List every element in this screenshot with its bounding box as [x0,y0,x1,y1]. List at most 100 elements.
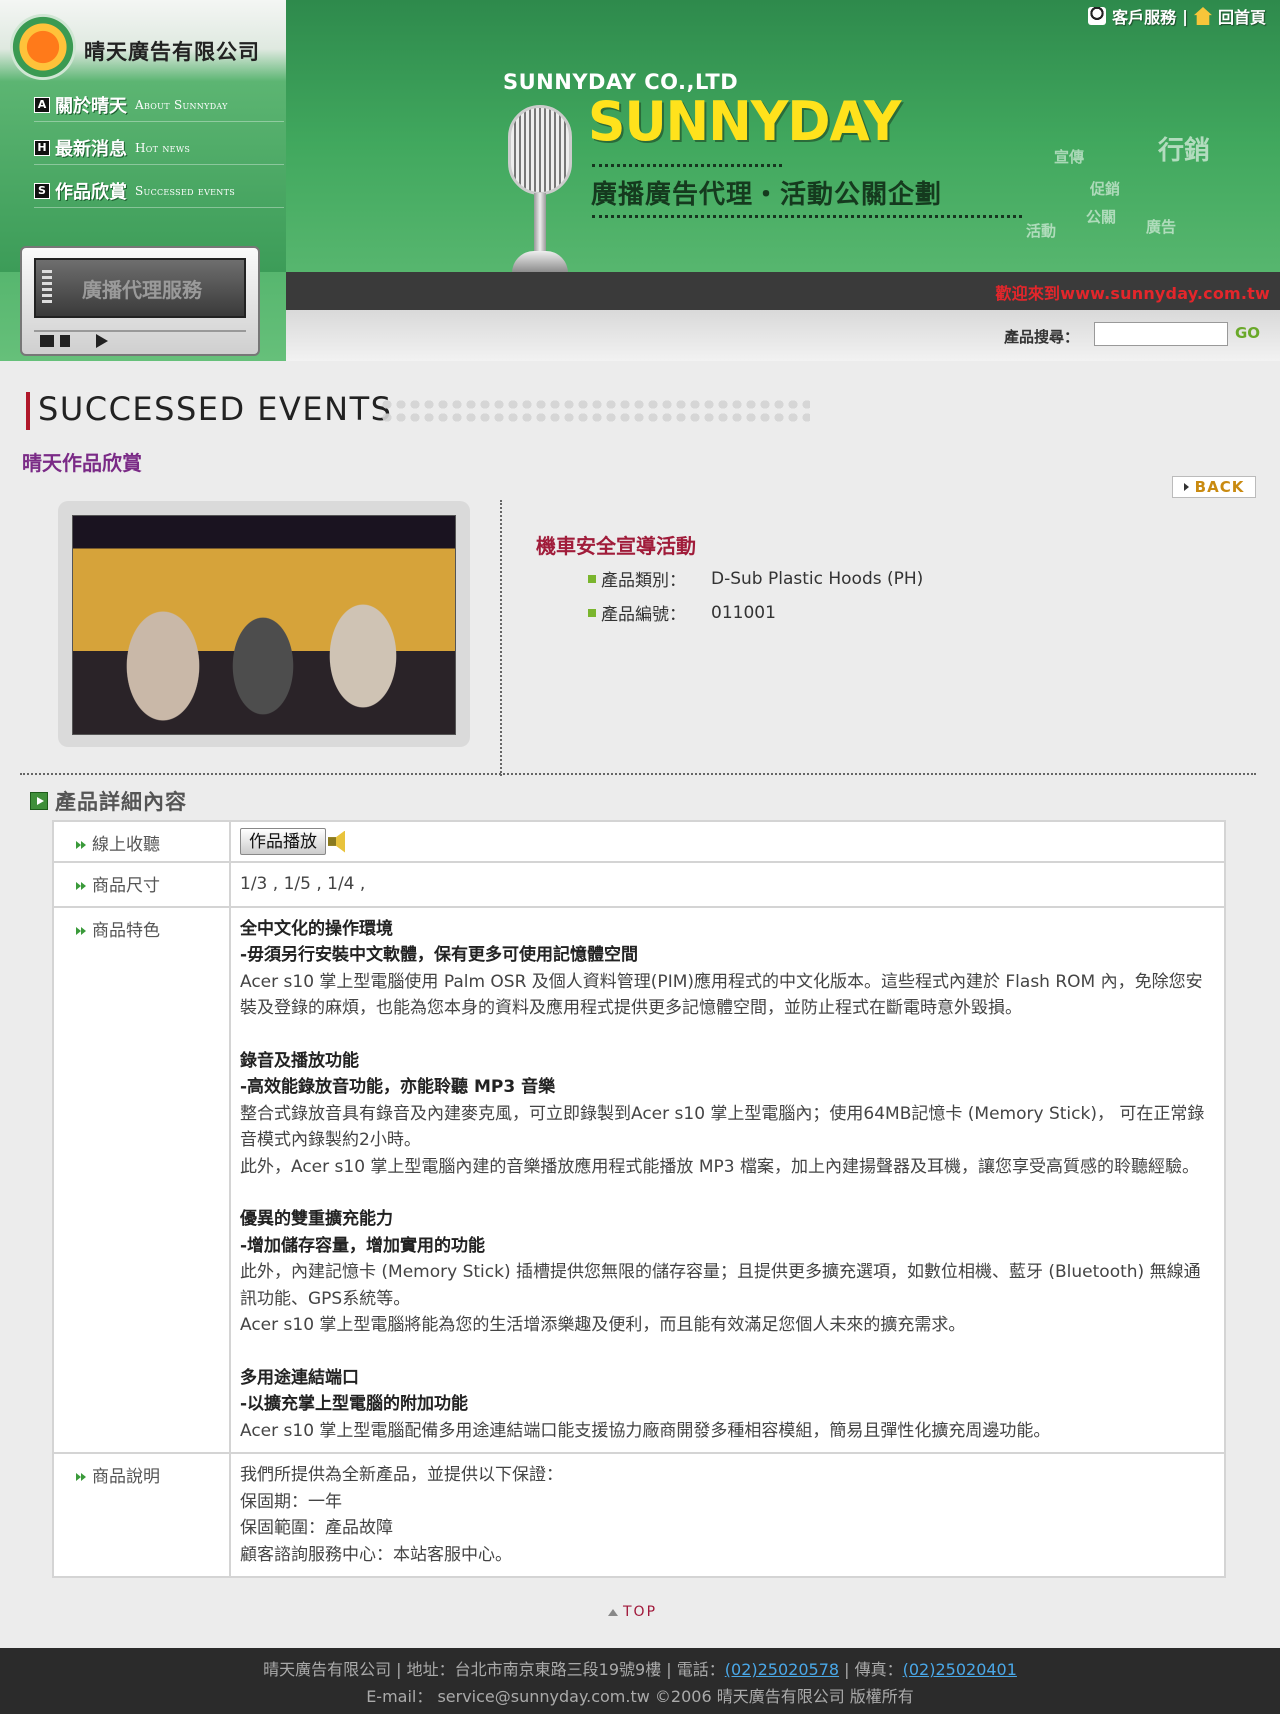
double-arrow-icon [76,1472,88,1482]
search-band: 產品搜尋： GO [286,310,1280,361]
customer-service-link[interactable]: 客戶服務 [1112,4,1176,28]
row-label-cell: 線上收聽 [52,820,231,863]
level-bars-icon [42,270,52,306]
spec-value: D-Sub Plastic Hoods (PH) [711,568,924,589]
square-bullet-icon [588,608,596,617]
row-label-cell: 商品特色 [52,905,231,1454]
deco-word: 公關 [1086,208,1117,226]
nav-label-en: Successed events [135,183,236,198]
nav-label: 關於晴天 [55,95,127,117]
nav-label: 作品欣賞 [55,181,127,203]
nav-badge: H [34,139,50,156]
details-table: 線上收聽 作品播放 商品尺寸 1/3 , 1/5 , 1/4 , 商品特色 全中… [52,820,1226,1578]
details-heading-label: 產品詳細內容 [55,790,187,814]
header-left-panel: 晴天廣告有限公司 A 關於晴天 About Sunnyday H 最新消息 Ho… [0,0,286,272]
mic-base [512,251,568,273]
nav-item-events[interactable]: S 作品欣賞 Successed events [34,174,284,208]
speaker-icon[interactable] [328,830,345,853]
footer-fax-link[interactable]: (02)25020401 [903,1660,1017,1679]
play-work-button[interactable]: 作品播放 [240,828,326,855]
nav-label: 最新消息 [55,138,127,160]
square-bullet-icon [588,574,596,583]
divider [592,164,782,167]
spec-label: 產品編號： [601,605,686,625]
footer-address: 晴天廣告有限公司 | 地址：台北市南京東路三段19號9樓 | 電話： [263,1660,725,1679]
back-button[interactable]: BACK [1172,476,1256,498]
back-arrow-icon [1183,483,1189,491]
table-row: 線上收聽 作品播放 [52,820,1226,863]
play-icon[interactable] [96,334,108,348]
row-label-cell: 商品尺寸 [52,861,231,908]
spec-row: 產品編號： 011001 [588,600,776,625]
double-arrow-icon [76,925,88,936]
title-dot-pattern [380,398,810,424]
home-icon[interactable] [1193,7,1212,25]
deco-word: 活動 [1026,222,1057,240]
home-link[interactable]: 回首頁 [1218,4,1266,28]
customer-service-icon[interactable] [1088,7,1107,25]
site-footer: 晴天廣告有限公司 | 地址：台北市南京東路三段19號9樓 | 電話：(02)25… [0,1648,1280,1714]
player-controls [34,330,246,350]
player-label: 廣播代理服務 [82,277,202,302]
table-row: 商品尺寸 1/3 , 1/5 , 1/4 , [52,861,1226,908]
sun-logo-icon[interactable] [10,14,76,80]
double-arrow-icon [76,881,88,891]
row-label: 商品特色 [92,920,160,941]
deco-word: 促銷 [1090,180,1121,198]
pause-icon[interactable] [60,335,70,347]
play-square-icon [30,792,48,810]
footer-line-2: E-mail： service@sunnyday.com.tw ©2006 晴天… [366,1687,914,1706]
feature-paragraph: Acer s10 掌上型電腦使用 Palm OSR 及個人資料管理(PIM)應用… [240,971,1203,1019]
welcome-band: 歡迎來到www.sunnyday.com.tw [286,272,1280,310]
footer-fax-label: | 傳真： [839,1660,903,1679]
deco-word: 廣告 [1146,218,1177,236]
event-photo[interactable] [72,515,456,735]
feature-title: 錄音及播放功能 [240,1050,359,1071]
brand-name: SUNNYDAY [588,90,901,154]
footer-phone-link[interactable]: (02)25020578 [725,1660,839,1679]
item-title: 機車安全宣導活動 [536,534,696,558]
description-line: 保固期：一年 [240,1491,342,1512]
divider [592,215,1022,218]
company-name[interactable]: 晴天廣告有限公司 [84,36,260,66]
deco-word: 宣傳 [1054,148,1085,166]
row-value-cell: 1/3 , 1/5 , 1/4 , [229,861,1226,908]
description-line: 保固範圍：產品故障 [240,1518,393,1538]
row-label-cell: 商品說明 [52,1452,231,1578]
player-screen: 廣播代理服務 [34,258,246,318]
product-search-input[interactable] [1094,322,1228,346]
mic-head [508,105,572,195]
feature-title: 多用途連結端口 [240,1367,359,1388]
stop-icon[interactable] [40,335,54,347]
back-label: BACK [1194,478,1245,496]
radio-player-widget: 廣播代理服務 [20,246,260,356]
feature-paragraph: 此外，內建記憶卡 (Memory Stick) 插槽提供您無限的儲存容量；且提供… [240,1262,1201,1309]
feature-paragraph: Acer s10 掌上型電腦將能為您的生活增添樂趣及便利，而且能有效滿足您個人未… [240,1315,966,1335]
description-line: 顧客諮詢服務中心：本站客服中心。 [240,1544,512,1565]
nav-item-news[interactable]: H 最新消息 Hot news [34,131,284,165]
search-label: 產品搜尋： [1004,328,1080,346]
search-go-button[interactable]: GO [1235,324,1260,342]
feature-subtitle: -高效能錄放音功能，亦能聆聽 MP3 音樂 [240,1077,556,1097]
feature-paragraph: 此外，Acer s10 掌上型電腦內建的音樂播放應用程式能播放 MP3 檔案，加… [240,1156,1199,1177]
back-to-top-link[interactable]: TOP [608,1604,657,1620]
row-label: 商品尺寸 [92,876,160,896]
table-row: 商品特色 全中文化的操作環境 -毋須另行安裝中文軟體，保有更多可使用記憶體空間 … [52,905,1226,1454]
row-label: 商品說明 [92,1467,160,1487]
feature-paragraph: Acer s10 掌上型電腦配備多用途連結端口能支援協力廠商開發多種相容模組，簡… [240,1420,1051,1441]
top-links: 客戶服務 | 回首頁 [1088,4,1266,28]
site-header: 晴天廣告有限公司 A 關於晴天 About Sunnyday H 最新消息 Ho… [0,0,1280,361]
nav-badge: A [34,96,50,113]
spec-label: 產品類別： [601,571,686,591]
horizontal-divider [20,773,1256,775]
vertical-divider [500,500,502,776]
brand-tagline: 廣播廣告代理・活動公關企劃 [591,180,943,210]
nav-label-en: Hot news [135,140,191,155]
page-title: SUCCESSED EVENTS [38,390,393,428]
nav-item-about[interactable]: A 關於晴天 About Sunnyday [34,88,284,122]
photo-frame [58,501,470,747]
nav-badge: S [34,182,50,199]
details-heading: 產品詳細內容 [30,786,187,816]
footer-line-1: 晴天廣告有限公司 | 地址：台北市南京東路三段19號9樓 | 電話：(02)25… [0,1656,1280,1680]
microphone-illustration [500,105,580,275]
